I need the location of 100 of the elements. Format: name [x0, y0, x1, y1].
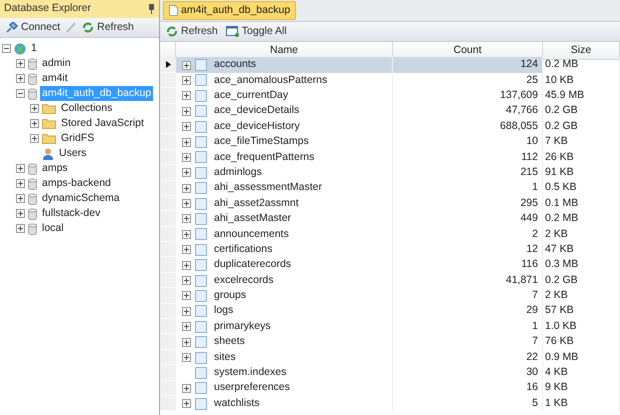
table-cell: 57 KB: [543, 304, 620, 320]
table-cell: 137,609: [393, 88, 543, 104]
table-cell: 1: [393, 180, 543, 196]
tree-item[interactable]: fullstack-dev: [40, 206, 102, 222]
tree-item[interactable]: amps: [40, 160, 70, 176]
expander-icon[interactable]: [182, 322, 191, 332]
table-cell-text: duplicaterecords: [213, 257, 292, 272]
tree-item[interactable]: GridFS: [59, 130, 96, 146]
collection-icon: [195, 151, 207, 164]
tree-item[interactable]: Stored JavaScript: [59, 116, 146, 132]
expander-icon[interactable]: [16, 179, 25, 188]
expander-icon[interactable]: [16, 209, 25, 218]
expander-icon[interactable]: [182, 245, 191, 254]
expander-icon[interactable]: [182, 214, 191, 224]
table-cell: 29: [393, 304, 543, 320]
table-cell: 10: [393, 134, 543, 150]
expander-icon[interactable]: [16, 224, 25, 233]
table-cell-text: ahi_asset2assmnt: [213, 196, 300, 211]
collection-icon: [195, 336, 207, 348]
table-cell: 215: [393, 165, 543, 181]
refresh-button[interactable]: Refresh: [80, 20, 136, 36]
expander-icon[interactable]: [182, 122, 191, 132]
database-icon: [28, 162, 37, 174]
table-cell: 2: [393, 226, 543, 242]
row-header[interactable]: [160, 57, 176, 73]
expander-icon[interactable]: [16, 164, 25, 173]
column-header[interactable]: Size: [543, 42, 620, 60]
table-cell: 45.9 MB: [543, 88, 620, 104]
expander-icon[interactable]: [182, 338, 191, 347]
tree-item[interactable]: dynamicSchema: [40, 190, 122, 206]
tree-item[interactable]: admin: [40, 56, 73, 72]
table-cell-text: accounts: [213, 57, 258, 72]
collection-icon: [195, 244, 207, 256]
table-cell-text: adminlogs: [213, 165, 263, 180]
expander-icon[interactable]: [182, 184, 191, 193]
tree-item[interactable]: Collections: [59, 100, 114, 116]
table-cell: 112: [393, 150, 543, 166]
table-cell: 124: [393, 57, 543, 73]
table-cell: 16: [393, 380, 543, 396]
expander-icon[interactable]: [16, 194, 25, 203]
table-cell: 7: [393, 288, 543, 304]
table-cell: 30: [393, 365, 543, 381]
table-cell: 26 KB: [543, 150, 620, 166]
table-cell-text: sheets: [213, 334, 246, 350]
collection-icon: [195, 198, 207, 210]
expander-icon[interactable]: [182, 199, 191, 208]
expander-icon[interactable]: [182, 399, 191, 408]
expander-icon[interactable]: [182, 152, 191, 162]
expander-icon[interactable]: [182, 276, 191, 286]
expander-icon[interactable]: [182, 138, 191, 147]
expander-icon[interactable]: [182, 106, 191, 116]
expander-icon[interactable]: [16, 74, 25, 83]
window-icon: [226, 26, 239, 37]
database-icon: [28, 72, 37, 84]
refresh-icon: [82, 22, 94, 33]
expander-icon[interactable]: [182, 91, 191, 100]
table-cell-text: system.indexes: [213, 365, 288, 380]
expander-icon[interactable]: [16, 89, 25, 98]
toggle-all-button[interactable]: Toggle All: [224, 24, 289, 40]
expander-icon[interactable]: [2, 44, 11, 53]
table-cell: 91 KB: [543, 165, 620, 181]
collection-icon: [195, 105, 207, 118]
table-cell: 1: [393, 319, 543, 334]
expander-icon[interactable]: [182, 306, 191, 316]
folder-icon: [42, 103, 56, 114]
expander-icon[interactable]: [182, 230, 191, 239]
expander-icon[interactable]: [182, 384, 191, 393]
expander-icon[interactable]: [182, 76, 191, 85]
collection-icon: [195, 382, 207, 394]
collection-icon: [195, 320, 207, 333]
table-cell: 41,871: [393, 272, 543, 288]
expander-icon[interactable]: [30, 119, 39, 128]
tree-item[interactable]: 1: [29, 40, 39, 56]
expander-icon[interactable]: [30, 134, 39, 143]
document-tab[interactable]: am4it_auth_db_backup: [163, 0, 296, 20]
folder-icon: [42, 118, 56, 129]
expander-icon[interactable]: [182, 353, 191, 362]
folder-icon: [42, 133, 56, 144]
collection-icon: [195, 228, 207, 240]
tree-item[interactable]: am4it: [40, 70, 70, 86]
table-cell-text: primarykeys: [213, 319, 272, 334]
expander-icon[interactable]: [182, 168, 191, 178]
tree-item[interactable]: amps-backend: [40, 176, 113, 192]
pin-icon[interactable]: [148, 4, 155, 14]
expander-icon[interactable]: [30, 104, 39, 113]
expander-icon[interactable]: [182, 260, 191, 270]
expander-icon[interactable]: [182, 60, 191, 70]
refresh-button[interactable]: Refresh: [164, 24, 220, 40]
panel-title: Database Explorer: [4, 1, 91, 16]
table-cell: 12: [393, 242, 543, 258]
table-cell: 0.1 MB: [543, 196, 620, 212]
table-cell-text: certifications: [213, 242, 274, 257]
table-cell-text: ace_deviceHistory: [213, 118, 301, 134]
table-cell: 76 KB: [543, 334, 620, 350]
expander-icon[interactable]: [16, 59, 25, 68]
expander-icon[interactable]: [182, 291, 191, 300]
connect-button[interactable]: Connect: [4, 20, 62, 36]
tree-item[interactable]: local: [40, 220, 66, 236]
tree-item[interactable]: Users: [57, 146, 88, 162]
collection-icon: [195, 74, 207, 86]
